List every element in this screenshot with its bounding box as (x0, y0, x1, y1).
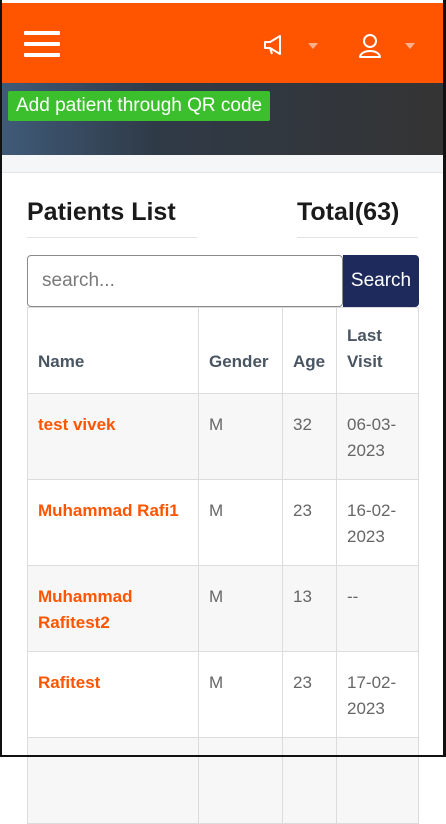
patient-gender: M (198, 651, 283, 738)
patient-name-link[interactable]: Muhammad Rafitest2 (27, 565, 199, 652)
patient-last-visit: 16-02-2023 (336, 479, 419, 566)
patient-age: 23 (282, 479, 337, 566)
patient-gender: M (198, 479, 283, 566)
page-title: Patients List (27, 198, 197, 238)
patient-gender (198, 737, 283, 824)
patient-last-visit (336, 737, 419, 824)
search-input[interactable] (27, 255, 343, 307)
patient-name-link[interactable]: Rafitest (27, 651, 199, 738)
top-navbar (2, 0, 443, 83)
search-button[interactable]: Search (343, 255, 419, 307)
patient-name-link[interactable]: Muhammad Rafi1 (27, 479, 199, 566)
total-count: Total(63) (297, 198, 418, 238)
user-icon[interactable] (358, 33, 382, 59)
patients-table: Name Gender Age Last Visit test vivek M … (27, 307, 419, 824)
patient-age: 32 (282, 393, 337, 480)
patient-age: 23 (282, 651, 337, 738)
table-header-row: Name Gender Age Last Visit (27, 307, 419, 394)
column-header-last-visit[interactable]: Last Visit (336, 307, 419, 394)
table-row[interactable]: Rafitest M 23 17-02-2023 (27, 651, 419, 738)
megaphone-icon[interactable] (262, 33, 288, 57)
patient-last-visit: 06-03-2023 (336, 393, 419, 480)
table-row[interactable]: Muhammad Rafi1 M 23 16-02-2023 (27, 479, 419, 566)
patient-age: 13 (282, 565, 337, 652)
patient-last-visit: -- (336, 565, 419, 652)
table-row[interactable]: Muhammad Rafitest2 M 13 -- (27, 565, 419, 652)
patient-name-link[interactable]: test vivek (27, 393, 199, 480)
column-header-gender[interactable]: Gender (198, 307, 283, 394)
patient-age (282, 737, 337, 824)
table-row[interactable]: test vivek M 32 06-03-2023 (27, 393, 419, 480)
announce-dropdown-caret[interactable] (308, 43, 318, 49)
column-header-age[interactable]: Age (282, 307, 337, 394)
patient-last-visit: 17-02-2023 (336, 651, 419, 738)
patient-name-link[interactable] (27, 737, 199, 824)
user-dropdown-caret[interactable] (405, 43, 415, 49)
add-patient-qr-button[interactable]: Add patient through QR code (8, 91, 271, 121)
section-divider (2, 155, 443, 173)
column-header-name[interactable]: Name (27, 307, 199, 394)
hamburger-menu-icon[interactable] (24, 31, 60, 61)
patient-gender: M (198, 565, 283, 652)
table-row[interactable] (27, 737, 419, 824)
patient-gender: M (198, 393, 283, 480)
